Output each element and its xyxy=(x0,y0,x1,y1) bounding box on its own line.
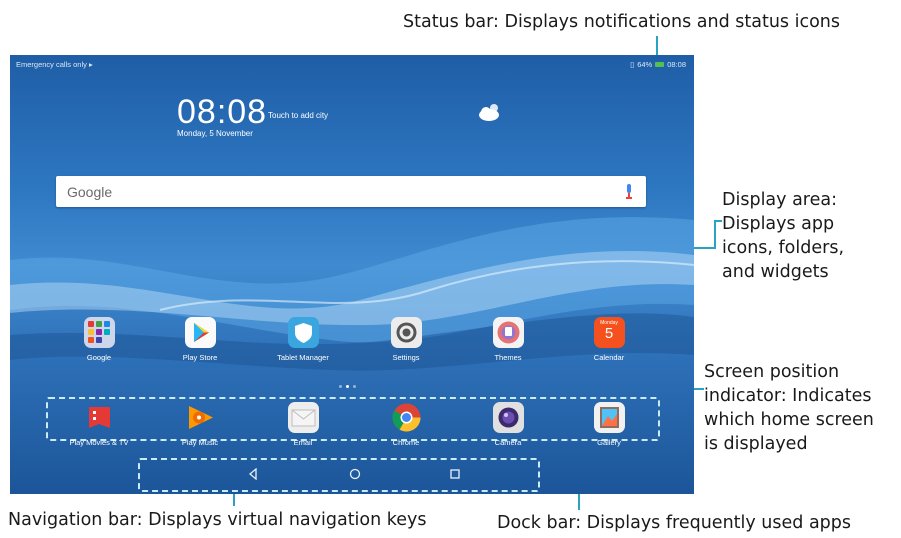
callout-line: icons, folders, xyxy=(722,238,845,258)
status-time: 08:08 xyxy=(667,60,686,69)
navigation-bar xyxy=(138,458,540,492)
dock-play-movies[interactable]: Play Movies & TV xyxy=(56,402,142,447)
dock-gallery[interactable]: Gallery xyxy=(566,402,652,447)
dock-camera[interactable]: Camera xyxy=(465,402,551,447)
clock-widget-time[interactable]: 08:08 xyxy=(177,93,267,132)
app-label: Email xyxy=(293,438,313,447)
callout-line: Display area: xyxy=(722,190,837,210)
chrome-icon xyxy=(391,402,422,433)
callout-line: and widgets xyxy=(722,262,829,282)
status-bar: Emergency calls only ▸ ▯ 64% 08:08 xyxy=(10,55,694,73)
app-themes[interactable]: Themes xyxy=(465,317,551,362)
home-icon[interactable] xyxy=(349,468,361,480)
app-settings[interactable]: Settings xyxy=(363,317,449,362)
dock-chrome[interactable]: Chrome xyxy=(363,402,449,447)
screen-position-indicator[interactable] xyxy=(339,385,356,388)
dock-email[interactable]: Email xyxy=(260,402,346,447)
callout-line: Screen position xyxy=(704,362,840,382)
calendar-day-number: 5 xyxy=(604,325,614,342)
app-play-store[interactable]: Play Store xyxy=(157,317,243,362)
carrier-text: Emergency calls only xyxy=(16,60,87,69)
play-movies-icon xyxy=(84,402,115,433)
dock-bar-callout: Dock bar: Displays frequently used apps xyxy=(497,513,852,533)
microphone-icon[interactable] xyxy=(624,184,634,199)
play-store-icon xyxy=(184,317,216,348)
app-google[interactable]: Google xyxy=(56,317,142,362)
google-folder-icon xyxy=(83,317,115,348)
vibrate-icon: ▯ xyxy=(630,60,635,69)
app-label: Play Store xyxy=(182,353,218,362)
status-icons: ▯ 64% 08:08 xyxy=(630,60,686,69)
app-label: Google xyxy=(86,353,112,362)
app-tablet-manager[interactable]: Tablet Manager xyxy=(260,317,346,362)
callout-line: which home screen xyxy=(704,410,874,430)
app-label: Chrome xyxy=(392,438,420,447)
display-leader-h2 xyxy=(714,220,722,222)
weather-cloud-icon[interactable] xyxy=(477,101,503,123)
page-dot-active xyxy=(346,385,349,388)
google-search-bar[interactable]: Google xyxy=(56,176,646,207)
app-label: Play Movies & TV xyxy=(69,438,129,447)
dock-play-music[interactable]: Play Music xyxy=(157,402,243,447)
google-logo: Google xyxy=(67,184,113,200)
navigation-bar-callout: Navigation bar: Displays virtual navigat… xyxy=(8,510,427,530)
app-label: Tablet Manager xyxy=(277,353,329,362)
page-dot xyxy=(353,385,356,388)
themes-icon xyxy=(492,317,524,348)
tablet-manager-icon xyxy=(287,317,319,348)
display-area-callout: Display area: Displays app icons, folder… xyxy=(722,188,897,284)
recents-icon[interactable] xyxy=(449,468,461,480)
display-leader-v xyxy=(714,220,716,249)
calendar-icon: Monday 5 xyxy=(593,317,625,348)
app-label: Camera xyxy=(494,438,522,447)
email-icon xyxy=(287,402,319,433)
camera-icon xyxy=(492,402,524,433)
clock-widget-date: Monday, 5 November xyxy=(177,129,253,138)
settings-icon xyxy=(390,317,422,348)
app-label: Gallery xyxy=(597,438,621,447)
carrier-status: Emergency calls only ▸ xyxy=(16,60,93,69)
tablet-home-screen: Emergency calls only ▸ ▯ 64% 08:08 08:08… xyxy=(10,55,694,494)
callout-line: Displays app xyxy=(722,214,835,234)
screen-position-callout: Screen position indicator: Indicates whi… xyxy=(704,360,899,456)
app-calendar[interactable]: Monday 5 Calendar xyxy=(566,317,652,362)
battery-icon xyxy=(655,62,665,67)
battery-percent: 64% xyxy=(637,60,653,69)
back-icon[interactable] xyxy=(248,468,258,480)
app-label: Themes xyxy=(494,353,522,362)
app-label: Play Music xyxy=(181,438,219,447)
app-label: Calendar xyxy=(593,353,625,362)
add-city-link[interactable]: Touch to add city xyxy=(268,111,328,120)
callout-line: indicator: Indicates xyxy=(704,386,872,406)
callout-line: is displayed xyxy=(704,434,808,454)
gallery-icon xyxy=(593,402,625,433)
page-dot xyxy=(339,385,342,388)
app-label: Settings xyxy=(392,353,420,362)
status-bar-callout: Status bar: Displays notifications and s… xyxy=(403,12,841,32)
play-music-icon xyxy=(185,402,216,433)
